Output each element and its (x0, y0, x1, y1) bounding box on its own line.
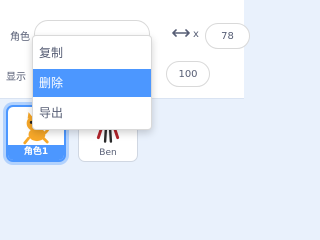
sprite-name-label: 角色1 (8, 145, 64, 160)
menu-item-duplicate[interactable]: 复制 (33, 39, 151, 67)
menu-item-export[interactable]: 导出 (33, 99, 151, 127)
menu-item-delete[interactable]: 删除 (33, 69, 151, 97)
x-position-input[interactable]: 78 (205, 23, 250, 49)
x-position-icon (172, 29, 190, 37)
sprite-label: 角色 (10, 32, 30, 43)
x-label: x (193, 29, 199, 40)
sprite-name-label: Ben (99, 148, 117, 158)
size-input[interactable]: 100 (166, 61, 210, 87)
sprite-context-menu: 复制 删除 导出 (32, 35, 152, 130)
size-value: 100 (178, 68, 198, 80)
show-label: 显示 (6, 72, 26, 83)
x-position-value: 78 (221, 30, 234, 42)
